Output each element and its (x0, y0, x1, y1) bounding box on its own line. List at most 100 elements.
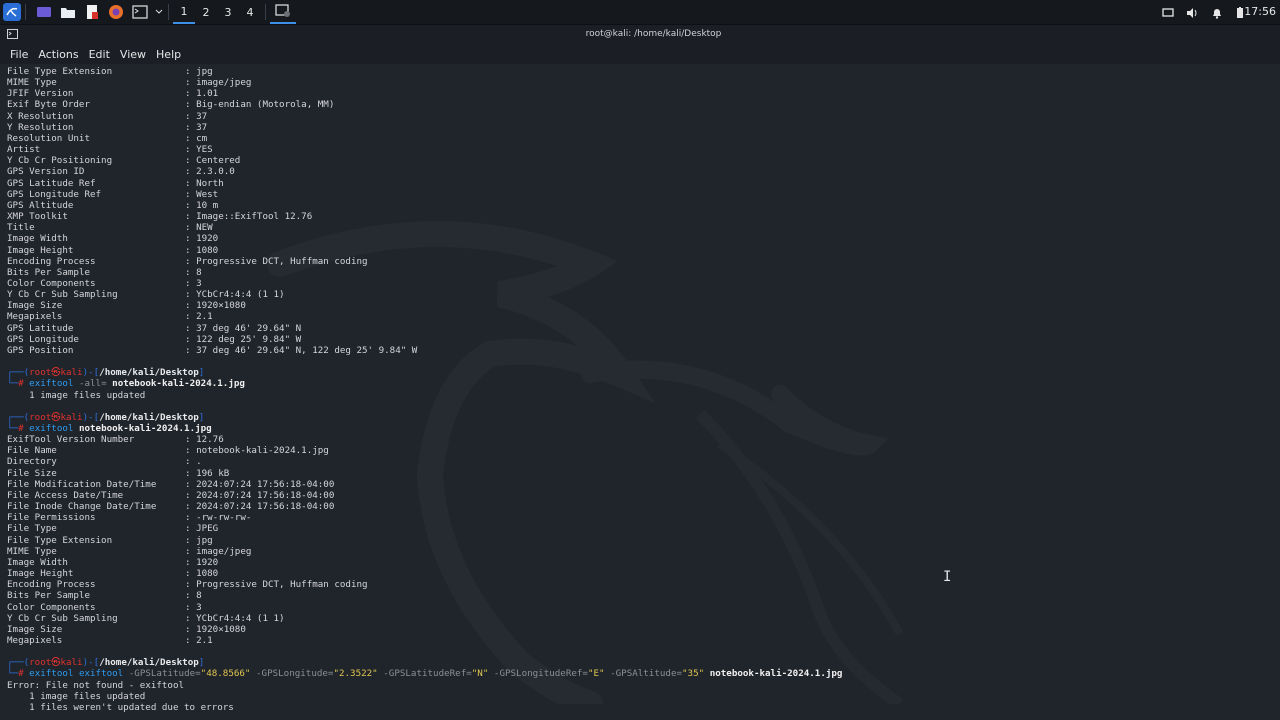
command-arg: -all= (78, 378, 113, 390)
exif-field-name: Image Size (7, 623, 63, 635)
exif-field-value: : cm (185, 132, 208, 144)
exif-field-row: Image Size: 1920×1080 (7, 300, 842, 311)
prompt-decoration: └─ (7, 668, 19, 680)
exif-field-value: : jpg (185, 66, 213, 77)
exif-field-name: Image Size (7, 300, 63, 312)
exif-field-name: File Inode Change Date/Time (7, 501, 157, 513)
prompt-decoration: ] (198, 411, 205, 423)
clock[interactable]: 17:56 (1244, 5, 1276, 18)
screen-icon[interactable] (1161, 5, 1175, 19)
text-editor-icon[interactable] (82, 2, 102, 22)
exif-field-row: GPS Latitude Ref: North (7, 178, 842, 189)
exif-field-name: Bits Per Sample (7, 266, 90, 278)
exif-field-value: : Image::ExifTool 12.76 (185, 211, 313, 223)
exif-field-value: : 37 (185, 110, 208, 122)
exif-field-name: File Access Date/Time (7, 489, 124, 501)
exif-field-name: MIME Type (7, 545, 57, 557)
exif-field-value: : notebook-kali-2024.1.jpg (185, 445, 329, 457)
prompt-line: ┌──(root㉿kali)-[/home/kali/Desktop] (7, 657, 842, 668)
prompt-decoration: )-[ (82, 657, 100, 669)
exif-field-value: : image/jpeg (185, 545, 252, 557)
command-line: └─# exiftool exiftool -GPSLatitude="48.8… (7, 668, 842, 679)
workspace-3-button[interactable]: 3 (217, 0, 239, 24)
command-arg-value: "2.3522" (333, 668, 384, 680)
exif-field-value: : 2024:07:24 17:56:18-04:00 (185, 489, 335, 501)
kali-menu-icon[interactable] (3, 3, 21, 21)
exif-field-row: JFIF Version: 1.01 (7, 88, 842, 99)
workspace-2-button[interactable]: 2 (195, 0, 217, 24)
exif-field-name: GPS Position (7, 344, 74, 356)
exif-field-row: Y Cb Cr Positioning: Centered (7, 155, 842, 166)
exif-field-name: GPS Latitude (7, 322, 74, 334)
menu-actions[interactable]: Actions (38, 48, 78, 61)
terminal-icon[interactable] (130, 2, 150, 22)
exif-field-name: Directory (7, 456, 57, 468)
exif-field-row: Bits Per Sample: 8 (7, 590, 842, 601)
prompt-decoration: ┌──( (7, 411, 30, 423)
exif-field-row: File Inode Change Date/Time: 2024:07:24 … (7, 501, 842, 512)
command-name: exiftool (29, 423, 79, 434)
workspace-icon[interactable] (34, 2, 54, 22)
exif-field-value: : YCbCr4:4:4 (1 1) (185, 612, 285, 624)
exif-field-value: : Progressive DCT, Huffman coding (185, 579, 368, 591)
exif-field-value: : 2.3.0.0 (185, 166, 235, 178)
exif-field-name: File Modification Date/Time (7, 478, 157, 490)
command-arg-value: "E" (587, 668, 611, 680)
exif-field-value: : Centered (185, 155, 241, 167)
file-manager-icon[interactable] (58, 2, 78, 22)
output-line: 1 files weren't updated due to errors (7, 702, 842, 713)
firefox-icon[interactable] (106, 2, 126, 22)
command-file: notebook-kali-2024.1.jpg (112, 378, 245, 390)
exif-field-value: : 8 (185, 590, 202, 602)
menu-file[interactable]: File (10, 48, 28, 61)
exif-field-row: File Name: notebook-kali-2024.1.jpg (7, 445, 842, 456)
exif-field-value: : YES (185, 144, 213, 156)
command-output: Error: File not found - exiftool (7, 679, 185, 691)
exif-field-value: : JPEG (185, 523, 219, 535)
exif-field-row: XMP Toolkit: Image::ExifTool 12.76 (7, 211, 842, 222)
exif-field-row: Encoding Process: Progressive DCT, Huffm… (7, 256, 842, 267)
panel-separator (25, 4, 26, 20)
exif-field-row: MIME Type : image/jpeg (7, 546, 842, 557)
menu-view[interactable]: View (120, 48, 146, 61)
panel-separator (265, 4, 266, 20)
exif-field-row: File Size: 196 kB (7, 468, 842, 479)
exif-field-name: Title (7, 222, 35, 234)
workspace-1-button[interactable]: 1 (173, 0, 195, 24)
prompt-user: root㉿kali (29, 657, 83, 669)
prompt-symbol: # (18, 378, 30, 390)
prompt-line: ┌──(root㉿kali)-[/home/kali/Desktop] (7, 367, 842, 378)
exif-field-name: Encoding Process (7, 579, 96, 591)
taskbar-terminal-button[interactable] (270, 0, 296, 24)
notification-icon[interactable] (1210, 5, 1224, 19)
menu-bar: File Actions Edit View Help (0, 45, 1280, 64)
volume-icon[interactable] (1185, 5, 1199, 19)
prompt-user: root㉿kali (29, 411, 83, 423)
menu-help[interactable]: Help (156, 48, 181, 61)
terminal-area[interactable]: File Type Extension: jpg MIME Type: image… (0, 64, 1280, 720)
exif-field-value: : image/jpeg (185, 77, 252, 89)
workspace-4-button[interactable]: 4 (239, 0, 261, 24)
exif-field-name: Artist (7, 144, 41, 156)
exif-field-row: File Type: JPEG (7, 523, 842, 534)
exif-field-row: Exif Byte Order: Big-endian (Motorola, M… (7, 99, 842, 110)
prompt-decoration: ┌──( (7, 657, 30, 669)
exif-field-row: MIME Type: image/jpeg (7, 77, 842, 88)
exif-field-value: : North (185, 177, 224, 189)
exif-field-name: File Permissions (7, 512, 96, 524)
exif-field-name: ExifTool Version Number (7, 434, 135, 446)
menu-edit[interactable]: Edit (89, 48, 110, 61)
exif-field-value: : 122 deg 25' 9.84" W (185, 333, 302, 345)
prompt-path: /home/kali/Desktop (99, 411, 199, 423)
terminal-output: File Type Extension: jpg MIME Type: image… (7, 66, 842, 713)
chevron-down-icon[interactable] (154, 2, 164, 22)
exif-field-value: : . (185, 456, 202, 468)
exif-field-name: Y Resolution (7, 121, 74, 133)
prompt-decoration: ] (198, 657, 205, 669)
exif-field-value: : 12.76 (185, 434, 224, 446)
exif-field-name: Exif Byte Order (7, 99, 90, 111)
window-titlebar[interactable]: root@kali: /home/kali/Desktop (0, 25, 1280, 45)
prompt-line: ┌──(root㉿kali)-[/home/kali/Desktop] (7, 412, 842, 423)
